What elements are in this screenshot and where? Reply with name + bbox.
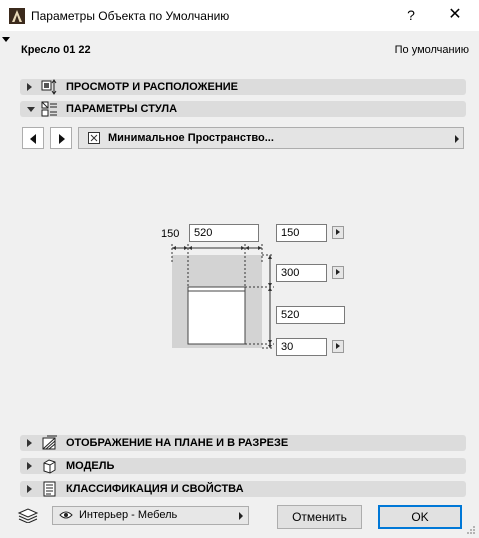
seat-shape (187, 286, 246, 345)
expand-arrow-icon (27, 462, 32, 470)
stepper-arrow-icon (336, 343, 340, 349)
front-clearance-input[interactable]: 300 (276, 264, 327, 282)
seat-depth-input[interactable]: 520 (276, 306, 345, 324)
favorites-dropdown[interactable]: Интерьер - Мебель (52, 506, 249, 525)
ok-button[interactable]: OK (378, 505, 462, 529)
left-clearance-label: 150 (161, 228, 180, 240)
layer-stack-icon[interactable] (17, 507, 39, 523)
panel-classification-header[interactable]: КЛАССИФИКАЦИЯ И СВОЙСТВА (20, 481, 466, 497)
back-clearance-input[interactable]: 30 (276, 338, 327, 356)
front-clearance-stepper[interactable] (332, 266, 344, 279)
stepper-arrow-icon (336, 229, 340, 235)
panel-classification-label: КЛАССИФИКАЦИЯ И СВОЙСТВА (66, 483, 244, 495)
back-clearance-stepper[interactable] (332, 340, 344, 353)
panel-floor-plan-label: ОТОБРАЖЕНИЕ НА ПЛАНЕ И В РАЗРЕЗЕ (66, 437, 289, 449)
expand-arrow-icon (27, 485, 32, 493)
right-clearance-input[interactable]: 150 (276, 224, 327, 242)
panel-model-header[interactable]: МОДЕЛЬ (20, 458, 466, 474)
stepper-arrow-icon (336, 269, 340, 275)
panel-model-label: МОДЕЛЬ (66, 460, 115, 472)
model-cube-icon (43, 459, 56, 474)
favorites-label: Интерьер - Мебель (79, 509, 178, 521)
panel-floor-plan-header[interactable]: ОТОБРАЖЕНИЕ НА ПЛАНЕ И В РАЗРЕЗЕ (20, 435, 466, 451)
floor-plan-section-icon (42, 435, 57, 450)
right-clearance-stepper[interactable] (332, 226, 344, 239)
seat-width-input[interactable]: 520 (189, 224, 259, 242)
eye-icon (59, 511, 73, 519)
dropdown-arrow-icon (239, 512, 243, 520)
classification-list-icon (43, 481, 56, 497)
expand-arrow-icon (27, 439, 32, 447)
cancel-button[interactable]: Отменить (277, 505, 362, 529)
resize-grip-icon[interactable] (466, 525, 476, 535)
